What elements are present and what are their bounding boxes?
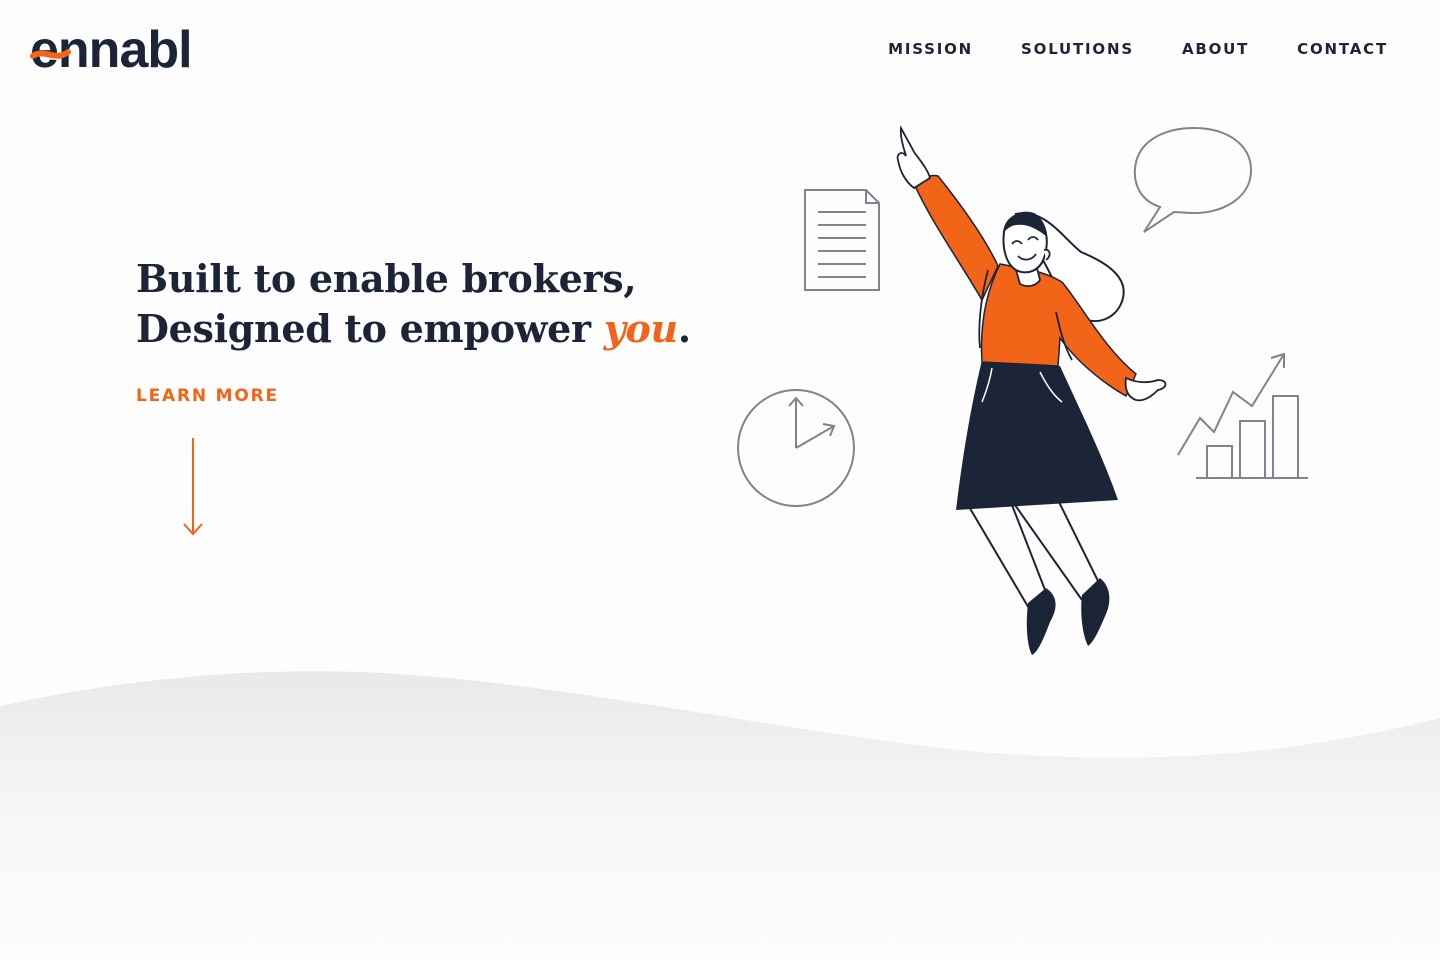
- hero-title-line1: Built to enable brokers,: [136, 256, 637, 301]
- document-icon: [804, 189, 880, 291]
- nav-solutions[interactable]: SOLUTIONS: [1021, 40, 1134, 58]
- hero-illustration: [737, 124, 1308, 655]
- top-nav: MISSION SOLUTIONS ABOUT CONTACT: [888, 40, 1388, 58]
- speech-bubble-icon: [1133, 126, 1253, 233]
- hero-title: Built to enable brokers, Designed to emp…: [136, 254, 691, 354]
- woman-jumping-illustration: [896, 124, 1167, 655]
- background-wave: [0, 671, 1440, 960]
- logo[interactable]: ennabl: [30, 22, 230, 78]
- clock-icon: [737, 389, 855, 507]
- hero-title-accent: you: [603, 306, 678, 351]
- hero-title-line2-prefix: Designed to empower: [136, 306, 604, 351]
- nav-contact[interactable]: CONTACT: [1297, 40, 1388, 58]
- learn-more-link[interactable]: LEARN MORE: [136, 386, 279, 406]
- growth-chart-icon: [1177, 352, 1308, 479]
- logo-swoosh-icon: [30, 49, 71, 59]
- nav-about[interactable]: ABOUT: [1182, 40, 1249, 58]
- arrow-down-icon[interactable]: [180, 436, 206, 540]
- hero-title-line2-suffix: .: [677, 306, 691, 351]
- nav-mission[interactable]: MISSION: [888, 40, 973, 58]
